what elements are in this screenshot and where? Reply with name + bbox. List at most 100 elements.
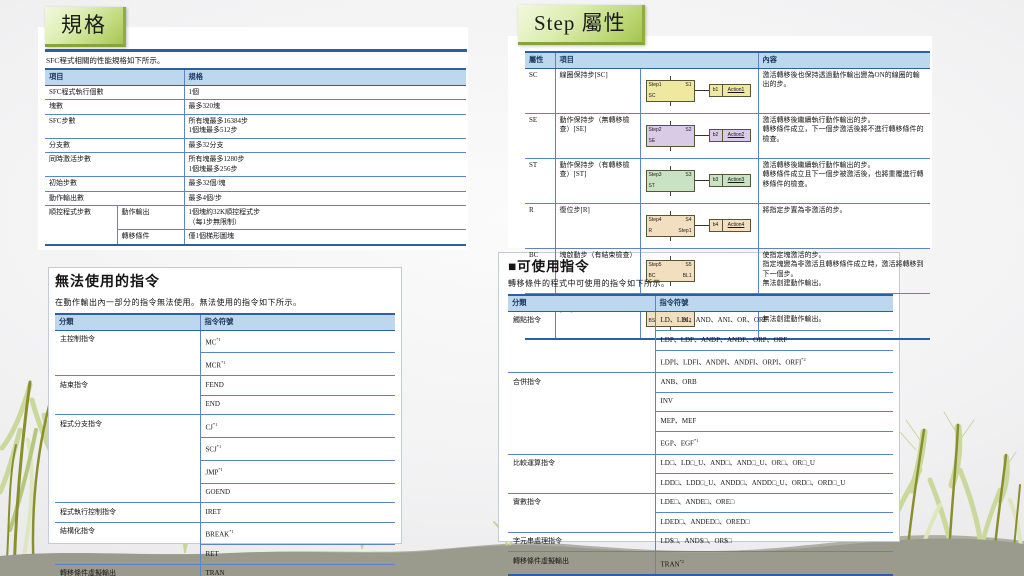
symbol-cell: TRAN bbox=[200, 564, 395, 576]
spec-item-cell: SFC程式執行個數 bbox=[45, 85, 184, 100]
spec-value-cell: 所有塊最多1280步1個塊最多256步 bbox=[184, 153, 466, 177]
unusable-table: 分類 指令符號 主控制指令MC*1MCR*1結束指令FENDEND程式分支指令C… bbox=[55, 313, 395, 576]
table-row: 結構化指令BREAK*1 bbox=[55, 522, 395, 545]
unusable-col-category: 分類 bbox=[55, 314, 200, 330]
connector-line bbox=[695, 225, 709, 226]
connector-line bbox=[695, 180, 709, 181]
spec-item-cell: 塊數 bbox=[45, 100, 184, 115]
category-cell: 程式分支指令 bbox=[55, 415, 200, 503]
symbol-cell: BREAK*1 bbox=[200, 522, 395, 545]
spec-col-item: 項目 bbox=[45, 69, 184, 85]
step-box-label: S1 bbox=[685, 83, 691, 88]
sfc-step-box: Step1S1SC bbox=[646, 80, 695, 102]
section-spec: 規格 SFC程式相關的性能規格如下所示。 項目 規格 SFC程式執行個數1個塊數… bbox=[45, 7, 467, 246]
step-box-label: Step1 bbox=[649, 83, 662, 88]
step-box-label: S4 bbox=[685, 218, 691, 223]
symbol-cell: LD□、LD□_U、AND□、AND□_U、OR□、OR□_U bbox=[655, 454, 893, 474]
table-row: 分支數最多32分支 bbox=[45, 138, 466, 153]
category-cell: 比較運算指令 bbox=[508, 454, 655, 493]
table-row: 比較運算指令LD□、LD□_U、AND□、AND□_U、OR□、OR□_U bbox=[508, 454, 893, 474]
step-box-label: Step2 bbox=[649, 128, 662, 133]
spec-value-cell: 1個塊約32K順控程式步（每1步無限制） bbox=[184, 206, 466, 230]
step-attr-cell: SC bbox=[525, 68, 555, 113]
contact-box: b4 bbox=[709, 219, 723, 232]
spec-intro-text: SFC程式相關的性能規格如下所示。 bbox=[46, 56, 467, 66]
presentation-slide: 規格 SFC程式相關的性能規格如下所示。 項目 規格 SFC程式執行個數1個塊數… bbox=[0, 0, 1024, 576]
category-cell: 主控制指令 bbox=[55, 330, 200, 376]
step-diagram-cell: Step4S4RStep1b4Action4 bbox=[640, 203, 758, 248]
spec-value-cell: 1個 bbox=[184, 85, 466, 100]
spec-item-cell: 初始步數 bbox=[45, 177, 184, 192]
step-item-cell: 線圈保持步[SC] bbox=[555, 68, 640, 113]
symbol-cell: MCR*1 bbox=[200, 353, 395, 376]
step-box-label: S3 bbox=[685, 173, 691, 178]
symbol-cell: RET bbox=[200, 545, 395, 565]
symbol-cell: CJ*1 bbox=[200, 415, 395, 438]
step-attr-cell: SE bbox=[525, 113, 555, 158]
usable-col-category: 分類 bbox=[508, 295, 655, 311]
symbol-cell: FEND bbox=[200, 376, 395, 396]
table-header-row: 項目 規格 bbox=[45, 69, 466, 85]
action-box: Action1 bbox=[723, 84, 751, 97]
table-row: 同時激活步數所有塊最多1280步1個塊最多256步 bbox=[45, 153, 466, 177]
table-row: 順控程式步數動作輸出1個塊約32K順控程式步（每1步無限制） bbox=[45, 206, 466, 230]
step-item-cell: 復位步[R] bbox=[555, 203, 640, 248]
usable-intro-text: 轉移條件的程式中可使用的指令如下所示。 bbox=[508, 278, 893, 289]
step-diagram: Step1S1SCb1Action1 bbox=[641, 69, 758, 113]
table-header-row: 屬性 項目 內容 bbox=[525, 52, 930, 68]
step-box-label: SE bbox=[649, 139, 656, 144]
table-header-row: 分類 指令符號 bbox=[508, 295, 893, 311]
symbol-cell: LDPI、LDFI、ANDPI、ANDFI、ORPI、ORFI*2 bbox=[655, 350, 893, 373]
category-cell: 合併指令 bbox=[508, 373, 655, 454]
step-box-label: Step1 bbox=[678, 229, 691, 234]
category-cell: 實數指令 bbox=[508, 493, 655, 532]
table-row: 轉移條件虛擬輸出TRAN*2 bbox=[508, 552, 893, 575]
connector-line bbox=[695, 90, 709, 91]
symbol-cell: INV bbox=[655, 392, 893, 412]
step-col-attr: 屬性 bbox=[525, 52, 555, 68]
usable-section-title: ■可使用指令 bbox=[508, 255, 893, 275]
spec-item-cell: SFC步數 bbox=[45, 114, 184, 138]
table-row: 初始步數最多32個/塊 bbox=[45, 177, 466, 192]
symbol-cell: LDD□、LDD□_U、ANDD□、ANDD□_U、ORD□、ORD□_U bbox=[655, 474, 893, 494]
table-row: 結束指令FEND bbox=[55, 376, 395, 396]
unusable-intro-text: 在動作輸出內一部分的指令無法使用。無法使用的指令如下所示。 bbox=[55, 297, 395, 308]
section-usable: ■可使用指令 轉移條件的程式中可使用的指令如下所示。 分類 指令符號 觸點指令L… bbox=[508, 255, 893, 576]
spec-section-title: 規格 bbox=[45, 7, 126, 47]
symbol-cell: END bbox=[200, 395, 395, 415]
category-cell: 轉移條件虛擬輸出 bbox=[508, 552, 655, 575]
symbol-cell: LD、LDI、AND、ANI、OR、ORI bbox=[655, 311, 893, 331]
step-section-title: Step 屬性 bbox=[518, 5, 645, 45]
table-row: 主控制指令MC*1 bbox=[55, 330, 395, 353]
symbol-cell: JMP*1 bbox=[200, 460, 395, 483]
spec-subitem-cell: 轉移條件 bbox=[117, 230, 184, 245]
table-row: 字元串處理指令LD$□、AND$□、OR$□ bbox=[508, 532, 893, 552]
contact-box: b3 bbox=[709, 174, 723, 187]
step-content-cell: 激活轉移後繼續執行動作輸出的步。轉移條件成立，下一個步激活後將不進行轉移條件的檢… bbox=[758, 113, 930, 158]
table-row: SFC步數所有塊最多16384步1個塊最多512步 bbox=[45, 114, 466, 138]
step-content-cell: 激活轉移後也保持透過動作輸出變為ON的線圈的輸出的步。 bbox=[758, 68, 930, 113]
step-item-cell: 動作保持步（無轉移檢查）[SE] bbox=[555, 113, 640, 158]
category-cell: 字元串處理指令 bbox=[508, 532, 655, 552]
step-box-label: S2 bbox=[685, 128, 691, 133]
step-diagram: Step2S2SEb2Action2 bbox=[641, 114, 758, 158]
table-row: 程式分支指令CJ*1 bbox=[55, 415, 395, 438]
step-item-cell: 動作保持步（有轉移檢查）[ST] bbox=[555, 158, 640, 203]
table-row: 觸點指令LD、LDI、AND、ANI、OR、ORI bbox=[508, 311, 893, 331]
title-rule bbox=[45, 49, 467, 52]
unusable-section-title: 無法使用的指令 bbox=[55, 271, 395, 291]
spec-subitem-cell: 動作輸出 bbox=[117, 206, 184, 230]
category-cell: 結構化指令 bbox=[55, 522, 200, 564]
step-diagram-cell: Step3S3STb3Action3 bbox=[640, 158, 758, 203]
table-row: 程式執行控制指令IRET bbox=[55, 503, 395, 523]
symbol-cell: ANB、ORB bbox=[655, 373, 893, 393]
action-box: Action2 bbox=[723, 129, 751, 142]
symbol-cell: LD$□、AND$□、OR$□ bbox=[655, 532, 893, 552]
spec-value-cell: 最多32個/塊 bbox=[184, 177, 466, 192]
symbol-cell: MC*1 bbox=[200, 330, 395, 353]
symbol-cell: TRAN*2 bbox=[655, 552, 893, 575]
usable-col-symbol: 指令符號 bbox=[655, 295, 893, 311]
symbol-cell: LDED□、ANDED□、ORED□ bbox=[655, 513, 893, 533]
connector-line bbox=[695, 135, 709, 136]
spec-item-cell: 分支數 bbox=[45, 138, 184, 153]
